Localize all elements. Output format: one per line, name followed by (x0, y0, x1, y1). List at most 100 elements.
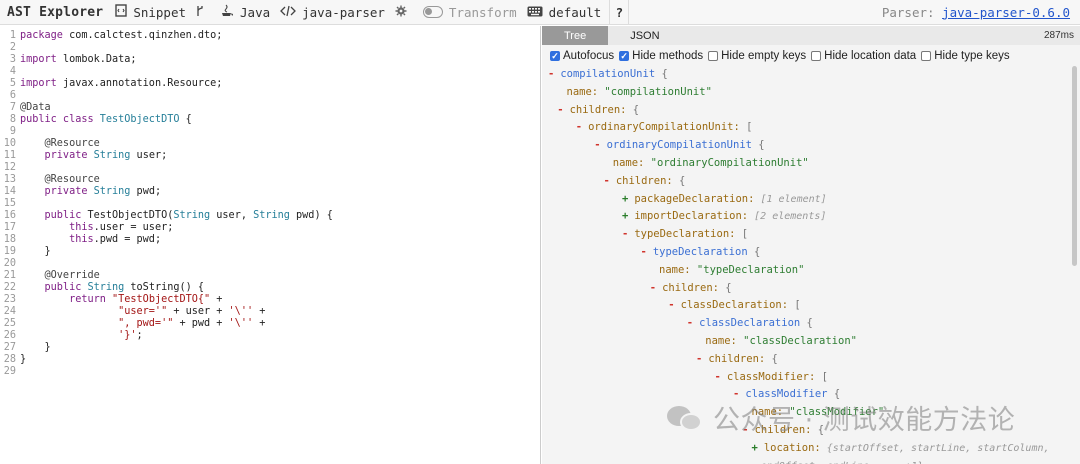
output-scrollbar[interactable] (1072, 66, 1077, 266)
collapse-toggle[interactable]: - (650, 282, 656, 294)
autofocus-checkbox[interactable] (550, 51, 560, 61)
code-text: this.user = user; (20, 222, 174, 233)
code-line[interactable]: 20 (0, 258, 540, 270)
option-hide-type-keys[interactable]: Hide type keys (921, 50, 1010, 62)
collapse-toggle[interactable]: - (604, 175, 610, 187)
code-line[interactable]: 15 (0, 198, 540, 210)
code-line[interactable]: 10 @Resource (0, 138, 540, 150)
expand-toggle[interactable]: + (622, 210, 628, 222)
hide-methods-checkbox[interactable] (619, 51, 630, 61)
collapse-toggle[interactable]: - (594, 139, 600, 151)
line-number: 17 (3, 222, 16, 233)
expand-toggle[interactable]: + (752, 442, 758, 454)
output-header: Tree JSON 287ms (542, 26, 1080, 45)
hide-empty-keys-checkbox[interactable] (708, 51, 719, 61)
tree-node[interactable]: + location: {startOffset, startLine, star… (752, 441, 1050, 456)
code-line[interactable]: 4 (0, 66, 540, 78)
collapse-toggle[interactable]: - (622, 228, 628, 240)
tree-node[interactable]: - ordinaryCompilationUnit: [ (576, 120, 753, 135)
code-line[interactable]: 3 import lombok.Data; (0, 54, 540, 66)
tree-node[interactable]: - classDeclaration: [ (668, 298, 800, 313)
code-line[interactable]: 12 (0, 162, 540, 174)
code-editor[interactable]: 1 package com.calctest.qinzhen.dto; 2 3 impo… (0, 26, 541, 464)
tree-node[interactable]: - classModifier: [ (715, 370, 829, 385)
tab-tree[interactable]: Tree (542, 26, 609, 45)
help-button[interactable]: ? (609, 0, 630, 25)
code-line[interactable]: 16 public TestObjectDTO(String user, Str… (0, 210, 540, 222)
tree-node[interactable]: + packageDeclaration: [1 element] (622, 192, 827, 207)
code-line[interactable]: 24 "user='" + user + '\'' + (0, 306, 540, 318)
parser-select[interactable]: java-parser (280, 5, 385, 20)
tree-node[interactable]: - compilationUnit { (548, 67, 668, 82)
option-label: Hide methods (632, 50, 704, 62)
collapse-toggle[interactable]: - (557, 104, 563, 116)
code-line[interactable]: 21 @Override (0, 270, 540, 282)
option-hide-location-data[interactable]: Hide location data (811, 50, 916, 62)
code-line[interactable]: 7 @Data (0, 102, 540, 114)
code-line[interactable]: 22 public String toString() { (0, 282, 540, 294)
tab-json[interactable]: JSON (608, 26, 681, 45)
collapse-toggle[interactable]: - (641, 246, 647, 258)
hide-type-keys-checkbox[interactable] (921, 51, 932, 61)
collapse-toggle[interactable]: - (576, 121, 582, 133)
code-line[interactable]: 6 (0, 90, 540, 102)
option-hide-empty-keys[interactable]: Hide empty keys (708, 50, 806, 62)
code-line[interactable]: 29 (0, 366, 540, 378)
keymap-select[interactable]: default (527, 5, 601, 20)
tree-node[interactable]: - children: { (604, 174, 686, 189)
line-number: 12 (3, 162, 16, 173)
code-text: @Data (20, 102, 51, 113)
code-line[interactable]: 18 this.pwd = pwd; (0, 234, 540, 246)
code-line[interactable]: 26 '}'; (0, 330, 540, 342)
code-line[interactable]: 11 private String user; (0, 150, 540, 162)
line-number: 25 (3, 318, 16, 329)
code-line[interactable]: 5 import javax.annotation.Resource; (0, 78, 540, 90)
collapse-toggle[interactable]: - (715, 371, 721, 383)
transform-toggle[interactable]: Transform (422, 5, 517, 20)
code-line[interactable]: 19 } (0, 246, 540, 258)
tree-node[interactable]: name: "classDeclaration" (705, 334, 857, 349)
code-line[interactable]: 9 (0, 126, 540, 138)
snippet-menu[interactable]: Snippet (115, 4, 186, 20)
code-line[interactable]: 13 @Resource (0, 174, 540, 186)
parser-info-prefix: Parser: (881, 4, 935, 20)
tree-node[interactable]: - ordinaryCompilationUnit { (594, 138, 764, 153)
collapse-toggle[interactable]: - (687, 317, 693, 329)
tree-node[interactable]: - typeDeclaration: [ (622, 227, 748, 242)
code-line[interactable]: 28} (0, 354, 540, 366)
language-select[interactable]: Java (221, 4, 270, 21)
parser-settings-button[interactable] (395, 5, 413, 20)
tree-node[interactable]: name: "ordinaryCompilationUnit" (613, 156, 809, 171)
code-line[interactable]: 17 this.user = user; (0, 222, 540, 234)
java-cup-icon (221, 4, 234, 21)
option-hide-methods[interactable]: Hide methods (619, 50, 703, 62)
code-line[interactable]: 14 private String pwd; (0, 186, 540, 198)
tree-node[interactable]: name: "typeDeclaration" (659, 263, 804, 278)
parse-timing: 287ms (1043, 30, 1074, 41)
tree-node[interactable]: - typeDeclaration { (641, 245, 761, 260)
tree-node[interactable]: - children: { (696, 352, 778, 367)
tree-node[interactable]: endOffset, endLine, ... +1} (761, 459, 924, 464)
fork-button[interactable] (196, 5, 211, 20)
expand-toggle[interactable]: + (622, 193, 628, 205)
code-line[interactable]: 23 return "TestObjectDTO{" + (0, 294, 540, 306)
collapse-toggle[interactable]: - (696, 353, 702, 365)
tree-node[interactable]: - classDeclaration { (687, 316, 813, 331)
code-line[interactable]: 1 package com.calctest.qinzhen.dto; (0, 30, 540, 42)
tree-node[interactable]: - children: { (650, 281, 732, 296)
tree-node[interactable]: - children: { (557, 103, 639, 118)
code-line[interactable]: 8 public class TestObjectDTO { (0, 114, 540, 126)
tree-node[interactable]: + importDeclaration: [2 elements] (622, 209, 826, 224)
code-line[interactable]: 27 } (0, 342, 540, 354)
parser-version-link[interactable]: java-parser-0.6.0 (942, 5, 1070, 20)
code-text: public TestObjectDTO(String user, String… (20, 210, 333, 221)
tree-node[interactable]: name: "compilationUnit" (567, 85, 712, 100)
collapse-toggle[interactable]: - (548, 68, 554, 80)
line-number: 6 (9, 90, 16, 101)
code-line[interactable]: 25 ", pwd='" + pwd + '\'' + (0, 318, 540, 330)
option-autofocus[interactable]: Autofocus (550, 50, 614, 62)
collapse-toggle[interactable]: - (668, 299, 674, 311)
hide-location-data-checkbox[interactable] (811, 51, 822, 61)
option-label: Hide empty keys (721, 50, 807, 62)
code-line[interactable]: 2 (0, 42, 540, 54)
